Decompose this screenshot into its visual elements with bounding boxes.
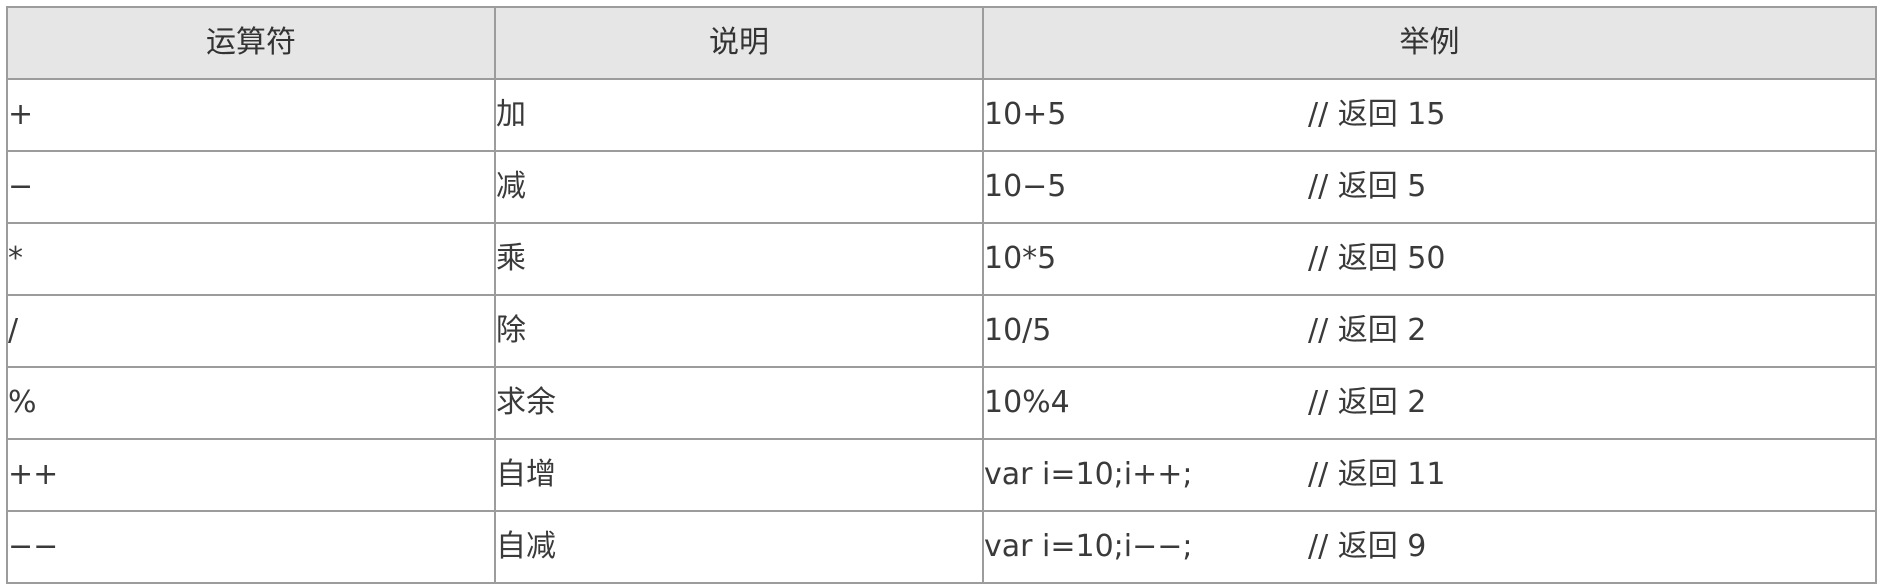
example-expression: 10%4 <box>984 385 1070 421</box>
example-comment: // 返回 15 <box>1308 97 1446 133</box>
table-row: / 除 10/5 // 返回 2 <box>6 294 1877 368</box>
example-comment: // 返回 2 <box>1308 313 1427 349</box>
description-cell: 乘 <box>494 222 984 296</box>
table-row: −− 自减 var i=10;i−−; // 返回 9 <box>6 510 1877 584</box>
example-expression: var i=10;i−−; <box>984 529 1193 565</box>
operator-cell: % <box>6 366 496 440</box>
example-comment: // 返回 2 <box>1308 385 1427 421</box>
example-expression: 10+5 <box>984 97 1067 133</box>
table-row: % 求余 10%4 // 返回 2 <box>6 366 1877 440</box>
table-row: * 乘 10*5 // 返回 50 <box>6 222 1877 296</box>
description-cell: 加 <box>494 78 984 152</box>
example-comment: // 返回 9 <box>1308 529 1427 565</box>
header-operator: 运算符 <box>6 6 496 80</box>
arithmetic-operators-table: 运算符 说明 举例 + 加 10+5 // 返回 15 − 减 10−5 // 返回… <box>6 6 1877 584</box>
example-cell: 10*5 // 返回 50 <box>982 222 1877 296</box>
example-comment: // 返回 50 <box>1308 241 1446 277</box>
header-description: 说明 <box>494 6 984 80</box>
table-row: − 减 10−5 // 返回 5 <box>6 150 1877 224</box>
operator-cell: − <box>6 150 496 224</box>
operator-cell: / <box>6 294 496 368</box>
description-cell: 除 <box>494 294 984 368</box>
example-expression: var i=10;i++; <box>984 457 1193 493</box>
header-row: 运算符 说明 举例 <box>6 6 1877 80</box>
description-cell: 减 <box>494 150 984 224</box>
description-cell: 自增 <box>494 438 984 512</box>
operator-cell: −− <box>6 510 496 584</box>
example-expression: 10/5 <box>984 313 1052 349</box>
table-row: + 加 10+5 // 返回 15 <box>6 78 1877 152</box>
description-cell: 自减 <box>494 510 984 584</box>
table-header: 运算符 说明 举例 <box>6 6 1877 80</box>
operator-cell: + <box>6 78 496 152</box>
example-cell: 10+5 // 返回 15 <box>982 78 1877 152</box>
example-cell: var i=10;i−−; // 返回 9 <box>982 510 1877 584</box>
table-body: + 加 10+5 // 返回 15 − 减 10−5 // 返回 5 * 乘 10*… <box>6 78 1877 584</box>
operator-cell: * <box>6 222 496 296</box>
example-expression: 10*5 <box>984 241 1057 277</box>
header-example: 举例 <box>982 6 1877 80</box>
example-comment: // 返回 11 <box>1308 457 1446 493</box>
description-cell: 求余 <box>494 366 984 440</box>
operator-table-container: 运算符 说明 举例 + 加 10+5 // 返回 15 − 减 10−5 // 返回… <box>0 0 1881 588</box>
operator-cell: ++ <box>6 438 496 512</box>
example-cell: 10%4 // 返回 2 <box>982 366 1877 440</box>
example-expression: 10−5 <box>984 169 1067 205</box>
example-cell: 10−5 // 返回 5 <box>982 150 1877 224</box>
table-row: ++ 自增 var i=10;i++; // 返回 11 <box>6 438 1877 512</box>
example-comment: // 返回 5 <box>1308 169 1427 205</box>
example-cell: var i=10;i++; // 返回 11 <box>982 438 1877 512</box>
example-cell: 10/5 // 返回 2 <box>982 294 1877 368</box>
